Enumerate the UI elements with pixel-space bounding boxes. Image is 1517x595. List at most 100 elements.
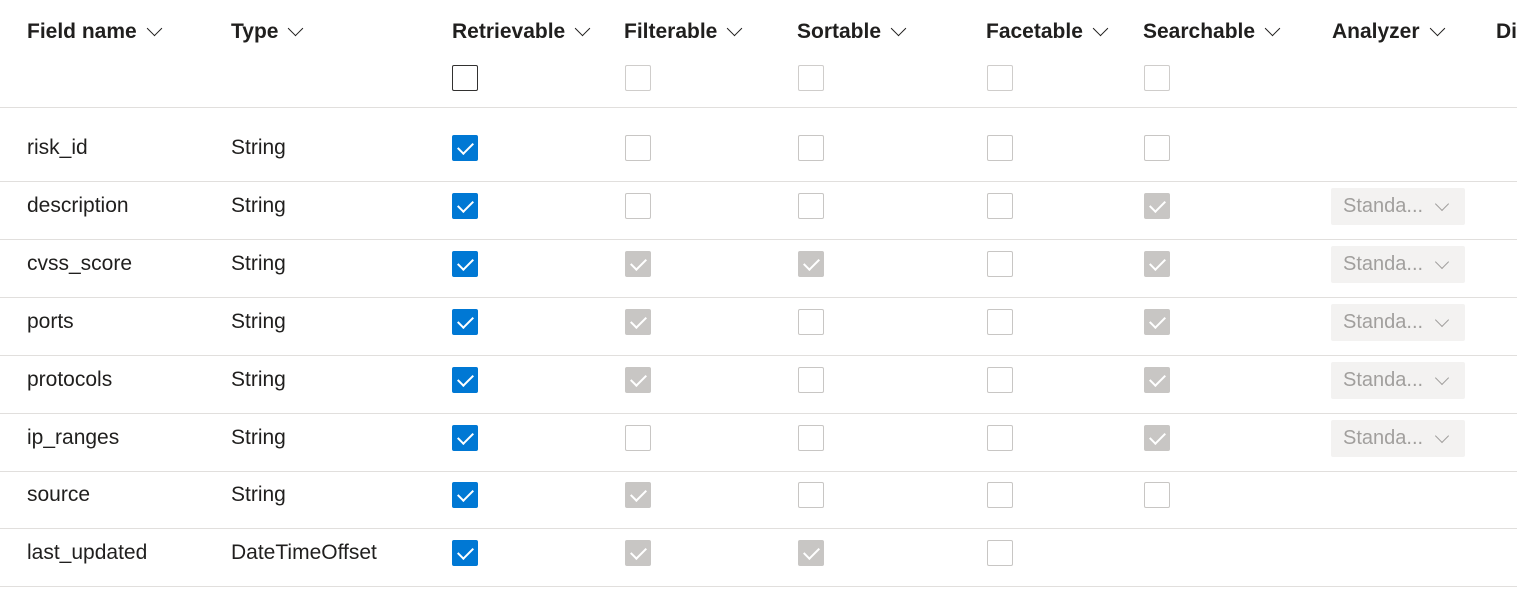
- filterable-checkbox[interactable]: [625, 135, 651, 161]
- checkmark-icon: [803, 254, 820, 271]
- column-header-label: Analyzer: [1332, 20, 1420, 43]
- analyzer-dropdown: Standa...: [1331, 304, 1465, 341]
- filterable-checkbox[interactable]: [625, 425, 651, 451]
- select-all-retrievable-checkbox[interactable]: [452, 65, 478, 91]
- checkmark-icon: [630, 485, 647, 502]
- chevron-down-icon: [1092, 20, 1109, 36]
- checkmark-icon: [457, 428, 474, 445]
- chevron-down-icon: [1434, 428, 1450, 443]
- sortable-checkbox[interactable]: [798, 482, 824, 508]
- facetable-checkbox[interactable]: [987, 251, 1013, 277]
- row-divider: [0, 528, 1517, 529]
- row-divider: [0, 413, 1517, 414]
- row-divider: [0, 355, 1517, 356]
- column-header-searchable[interactable]: Searchable: [1143, 20, 1281, 44]
- chevron-down-icon: [1434, 370, 1450, 385]
- retrievable-checkbox[interactable]: [452, 367, 478, 393]
- column-header-retrievable[interactable]: Retrievable: [452, 20, 591, 44]
- checkmark-icon: [457, 543, 474, 560]
- sortable-checkbox[interactable]: [798, 309, 824, 335]
- select-all-searchable-checkbox[interactable]: [1144, 65, 1170, 91]
- column-header-analyzer[interactable]: Analyzer: [1332, 20, 1445, 44]
- filterable-checkbox[interactable]: [625, 193, 651, 219]
- column-header-label: Facetable: [986, 20, 1083, 43]
- select-all-filterable-checkbox[interactable]: [625, 65, 651, 91]
- field-type-cell: String: [231, 483, 286, 506]
- field-type-cell: String: [231, 136, 286, 159]
- chevron-down-icon: [890, 20, 907, 36]
- filterable-checkbox: [625, 251, 651, 277]
- column-header-sortable[interactable]: Sortable: [797, 20, 907, 44]
- facetable-checkbox[interactable]: [987, 425, 1013, 451]
- searchable-checkbox: [1144, 425, 1170, 451]
- column-header-truncated[interactable]: Di: [1496, 20, 1517, 44]
- chevron-down-icon: [574, 20, 591, 36]
- chevron-down-icon: [1429, 20, 1445, 36]
- column-header-label: Sortable: [797, 20, 882, 43]
- checkmark-icon: [457, 254, 474, 271]
- analyzer-value: Standa...: [1343, 427, 1424, 449]
- field-type-cell: String: [231, 252, 286, 275]
- sortable-checkbox[interactable]: [798, 193, 824, 219]
- retrievable-checkbox[interactable]: [452, 540, 478, 566]
- facetable-checkbox[interactable]: [987, 309, 1013, 335]
- analyzer-dropdown: Standa...: [1331, 246, 1465, 283]
- searchable-checkbox[interactable]: [1144, 135, 1170, 161]
- searchable-checkbox[interactable]: [1144, 482, 1170, 508]
- select-all-facetable-checkbox[interactable]: [987, 65, 1013, 91]
- retrievable-checkbox[interactable]: [452, 425, 478, 451]
- field-name-cell: protocols: [27, 368, 113, 391]
- facetable-checkbox[interactable]: [987, 367, 1013, 393]
- chevron-down-icon: [1264, 20, 1281, 36]
- searchable-checkbox: [1144, 309, 1170, 335]
- column-header-facetable[interactable]: Facetable: [986, 20, 1109, 44]
- field-type-cell: String: [231, 368, 286, 391]
- sortable-checkbox[interactable]: [798, 425, 824, 451]
- field-name-cell: source: [27, 483, 91, 506]
- facetable-checkbox[interactable]: [987, 482, 1013, 508]
- retrievable-checkbox[interactable]: [452, 309, 478, 335]
- field-type-cell: String: [231, 426, 286, 449]
- column-header-label: Retrievable: [452, 20, 566, 43]
- checkmark-icon: [630, 370, 647, 387]
- checkmark-icon: [630, 312, 647, 329]
- retrievable-checkbox[interactable]: [452, 482, 478, 508]
- column-header-label: Field name: [27, 20, 137, 43]
- retrievable-checkbox[interactable]: [452, 193, 478, 219]
- analyzer-value: Standa...: [1343, 311, 1424, 333]
- sortable-checkbox: [798, 251, 824, 277]
- sortable-checkbox[interactable]: [798, 135, 824, 161]
- sortable-checkbox[interactable]: [798, 367, 824, 393]
- checkmark-icon: [457, 138, 474, 155]
- checkmark-icon: [457, 196, 474, 213]
- checkmark-icon: [1149, 370, 1166, 387]
- checkmark-icon: [457, 312, 474, 329]
- facetable-checkbox[interactable]: [987, 135, 1013, 161]
- field-name-cell: description: [27, 194, 129, 217]
- column-header-label: Di: [1496, 20, 1517, 43]
- retrievable-checkbox[interactable]: [452, 135, 478, 161]
- column-header-filterable[interactable]: Filterable: [624, 20, 743, 44]
- row-divider: [0, 181, 1517, 182]
- facetable-checkbox[interactable]: [987, 540, 1013, 566]
- facetable-checkbox[interactable]: [987, 193, 1013, 219]
- column-header-label: Filterable: [624, 20, 718, 43]
- chevron-down-icon: [1434, 254, 1450, 269]
- analyzer-dropdown: Standa...: [1331, 362, 1465, 399]
- filterable-checkbox: [625, 367, 651, 393]
- column-header-type[interactable]: Type: [231, 20, 304, 44]
- searchable-checkbox: [1144, 367, 1170, 393]
- column-header-field-name[interactable]: Field name: [27, 20, 162, 44]
- field-type-cell: String: [231, 194, 286, 217]
- header-divider: [0, 107, 1517, 108]
- chevron-down-icon: [288, 20, 304, 36]
- analyzer-dropdown: Standa...: [1331, 420, 1465, 457]
- checkmark-icon: [630, 254, 647, 271]
- column-header-label: Searchable: [1143, 20, 1256, 43]
- select-all-sortable-checkbox[interactable]: [798, 65, 824, 91]
- analyzer-value: Standa...: [1343, 253, 1424, 275]
- checkmark-icon: [457, 485, 474, 502]
- retrievable-checkbox[interactable]: [452, 251, 478, 277]
- row-divider: [0, 297, 1517, 298]
- filterable-checkbox: [625, 309, 651, 335]
